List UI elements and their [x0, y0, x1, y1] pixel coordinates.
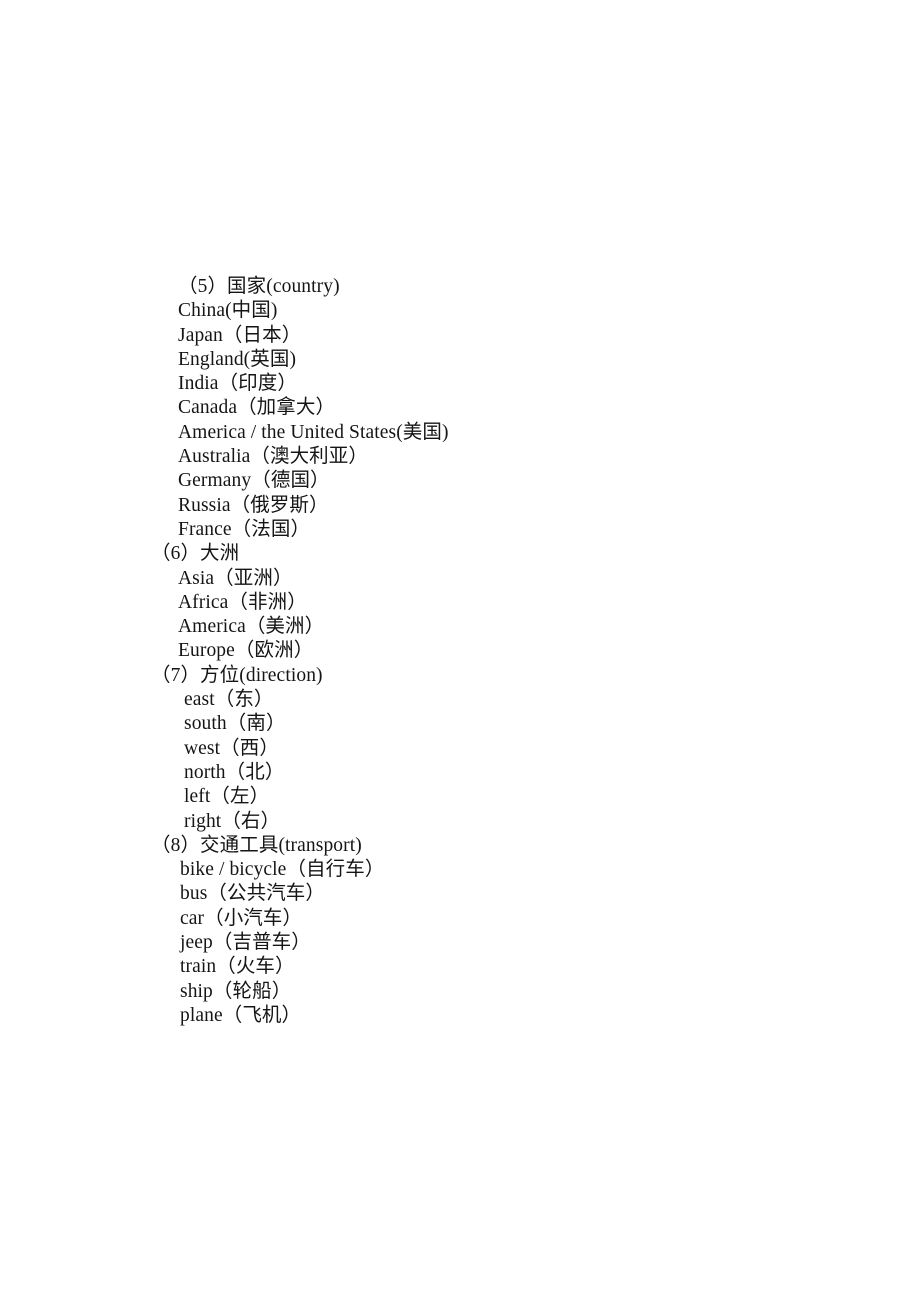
vocabulary-entry: Europe（欧洲）: [178, 640, 314, 662]
vocabulary-entry: east（东）: [184, 689, 274, 711]
section-heading: （6）大洲: [151, 543, 240, 565]
vocabulary-entry: France（法国）: [178, 518, 311, 540]
vocabulary-entry: train（火车）: [180, 956, 295, 978]
vocabulary-entry: Germany（德国）: [178, 470, 330, 492]
vocabulary-entry: plane（飞机）: [180, 1004, 302, 1026]
vocabulary-entry: jeep（吉普车）: [180, 932, 311, 954]
document-text-body: （5）国家(country) China(中国) Japan（日本） England(…: [0, 275, 920, 1028]
vocabulary-section: （7）方位(direction) east（东） south（南） west（西） no…: [0, 664, 920, 834]
vocabulary-entry: America（美洲）: [178, 616, 325, 638]
vocabulary-entry: India（印度）: [178, 373, 297, 395]
vocabulary-entry: England(英国): [178, 348, 297, 370]
vocabulary-entry: bike / bicycle（自行车）: [180, 859, 385, 881]
vocabulary-entry: China(中国): [178, 300, 278, 322]
document-page: （5）国家(country) China(中国) Japan（日本） England(…: [0, 0, 920, 1302]
vocabulary-entry: Africa（非洲）: [178, 591, 307, 613]
vocabulary-entry: left（左）: [184, 786, 270, 808]
section-heading: （8）交通工具(transport): [151, 834, 362, 856]
vocabulary-entry: north（北）: [184, 761, 285, 783]
section-heading: （5）国家(country): [178, 276, 340, 297]
vocabulary-entry: Japan（日本）: [178, 324, 302, 346]
vocabulary-entry: bus（公共汽车）: [180, 883, 325, 905]
vocabulary-section: （8）交通工具(transport) bike / bicycle（自行车） bus…: [0, 834, 920, 1028]
vocabulary-section: （6）大洲 Asia（亚洲） Africa（非洲） America（美洲） Europe…: [0, 542, 920, 663]
vocabulary-entry: car（小汽车）: [180, 907, 303, 929]
vocabulary-entry: Canada（加拿大）: [178, 397, 336, 419]
vocabulary-section: （5）国家(country) China(中国) Japan（日本） England(…: [0, 275, 920, 542]
vocabulary-entry: west（西）: [184, 737, 279, 759]
vocabulary-entry: south（南）: [184, 713, 286, 735]
section-heading: （7）方位(direction): [151, 664, 323, 686]
vocabulary-entry: right（右）: [184, 810, 281, 832]
vocabulary-entry: Australia（澳大利亚）: [178, 446, 368, 468]
vocabulary-entry: America / the United States(美国): [178, 421, 449, 443]
vocabulary-entry: Russia（俄罗斯）: [178, 494, 329, 516]
vocabulary-entry: Asia（亚洲）: [178, 567, 293, 589]
vocabulary-entry: ship（轮船）: [180, 980, 292, 1002]
